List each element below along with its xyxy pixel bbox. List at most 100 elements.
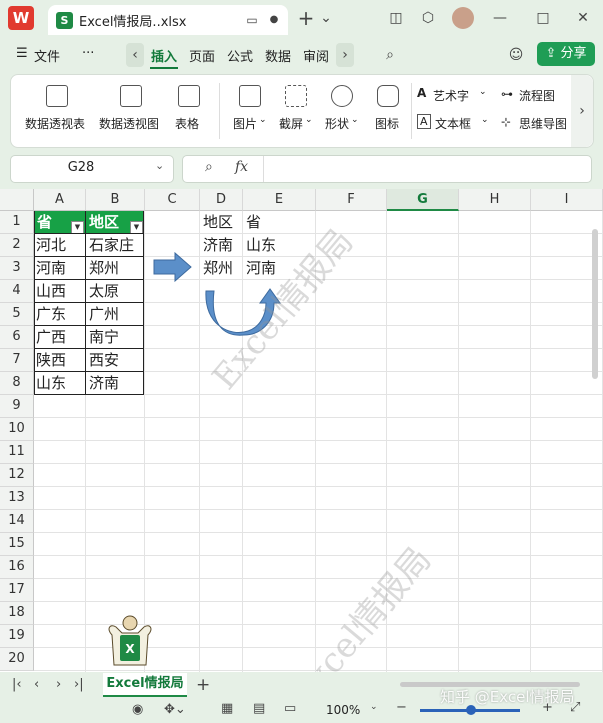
row-header[interactable]: 15 <box>0 533 34 556</box>
eye-protection-icon[interactable]: ◉ <box>132 702 143 717</box>
picture-button[interactable]: 图片 ⌄ <box>231 83 269 137</box>
tab-data[interactable]: 数据 <box>265 46 291 65</box>
spreadsheet-grid[interactable]: ABCDEFGHI 1 2 3 4 5 6 7 8 9 10 11 12 13 14 15 16 17 18 19 2… <box>0 189 603 672</box>
row-header[interactable]: 13 <box>0 487 34 510</box>
add-sheet-icon[interactable]: + <box>196 675 210 695</box>
region-cell[interactable]: 广州 <box>89 303 119 326</box>
close-icon[interactable]: ✕ <box>573 8 593 28</box>
ribbon-scroll-right-icon[interactable]: › <box>571 75 593 147</box>
chevron-down-icon[interactable]: ⌄ <box>155 159 164 172</box>
region-cell[interactable]: 南宁 <box>89 326 119 349</box>
lookup-header-province[interactable]: 省 <box>246 211 261 234</box>
row-header[interactable]: 10 <box>0 418 34 441</box>
province-cell[interactable]: 广西 <box>36 326 66 349</box>
tab-review[interactable]: 审阅 <box>303 46 329 65</box>
row-header[interactable]: 8 <box>0 372 34 395</box>
next-sheet-icon[interactable]: › <box>56 677 61 692</box>
region-cell[interactable]: 太原 <box>89 280 119 303</box>
province-cell[interactable]: 陕西 <box>36 349 66 372</box>
tabs-scroll-right-icon[interactable]: › <box>336 43 354 67</box>
lookup-province-cell[interactable]: 山东 <box>246 234 276 257</box>
column-header-g[interactable]: G <box>387 189 459 211</box>
sheet-tab-active[interactable]: Excel情报局 <box>103 673 187 697</box>
icons-button[interactable]: 图标 <box>373 83 403 137</box>
tab-insert[interactable]: 插入 <box>151 46 177 65</box>
column-header-c[interactable]: C <box>145 189 200 211</box>
name-box[interactable]: G28 ⌄ <box>10 155 174 183</box>
file-tab[interactable]: S Excel情报局..xlsx ▭ ● <box>48 5 288 35</box>
region-cell[interactable]: 石家庄 <box>89 234 134 257</box>
pivot-table-button[interactable]: 数据透视表 <box>25 83 89 137</box>
province-cell[interactable]: 广东 <box>36 303 66 326</box>
formula-input[interactable]: ⌕ fx <box>182 155 592 183</box>
comment-icon[interactable]: ☺ <box>506 45 526 65</box>
region-cell[interactable]: 西安 <box>89 349 119 372</box>
fx-icon[interactable]: fx <box>235 159 248 175</box>
tab-formula[interactable]: 公式 <box>227 46 253 65</box>
minimize-icon[interactable]: — <box>490 8 510 28</box>
flowchart-button[interactable]: ⊶ 流程图 <box>501 85 571 105</box>
column-header-d[interactable]: D <box>200 189 243 211</box>
row-header[interactable]: 14 <box>0 510 34 533</box>
lookup-province-cell[interactable]: 河南 <box>246 257 276 280</box>
row-header[interactable]: 19 <box>0 625 34 648</box>
row-header[interactable]: 11 <box>0 441 34 464</box>
row-header[interactable]: 2 <box>0 234 34 257</box>
page-break-view-icon[interactable]: ▭ <box>284 701 296 716</box>
row-header[interactable]: 1 <box>0 211 34 234</box>
row-header[interactable]: 16 <box>0 556 34 579</box>
province-cell[interactable]: 山西 <box>36 280 66 303</box>
search-icon[interactable]: ⌕ <box>380 45 400 65</box>
window-restore-icon[interactable]: ▭ <box>242 10 262 30</box>
mindmap-button[interactable]: ⊹ 思维导图 <box>501 113 571 133</box>
column-header-b[interactable]: B <box>86 189 145 211</box>
row-header[interactable]: 18 <box>0 602 34 625</box>
province-cell[interactable]: 山东 <box>36 372 66 395</box>
row-header[interactable]: 3 <box>0 257 34 280</box>
row-header[interactable]: 12 <box>0 464 34 487</box>
region-cell[interactable]: 济南 <box>89 372 119 395</box>
vertical-scrollbar[interactable] <box>592 229 598 379</box>
more-icon[interactable]: ··· <box>82 46 94 61</box>
column-header-e[interactable]: E <box>243 189 316 211</box>
tab-page[interactable]: 页面 <box>189 46 215 65</box>
row-header[interactable]: 9 <box>0 395 34 418</box>
column-header-a[interactable]: A <box>34 189 86 211</box>
row-header[interactable]: 5 <box>0 303 34 326</box>
row-header[interactable]: 7 <box>0 349 34 372</box>
zoom-level[interactable]: 100% <box>326 703 360 717</box>
last-sheet-icon[interactable]: ›| <box>74 677 84 692</box>
shape-button[interactable]: 形状 ⌄ <box>323 83 361 137</box>
new-tab-icon[interactable]: + <box>296 8 316 28</box>
pivot-chart-button[interactable]: 数据透视图 <box>99 83 163 137</box>
row-header[interactable]: 17 <box>0 579 34 602</box>
row-header[interactable]: 20 <box>0 648 34 671</box>
table-button[interactable]: 表格 <box>171 83 207 137</box>
screenshot-button[interactable]: 截屏 ⌄ <box>277 83 315 137</box>
cube-icon[interactable]: ⬡ <box>418 8 438 28</box>
row-header[interactable]: 6 <box>0 326 34 349</box>
tab-close-dot-icon[interactable]: ● <box>264 10 284 30</box>
row-header[interactable]: 4 <box>0 280 34 303</box>
avatar[interactable] <box>452 7 474 29</box>
column-header-h[interactable]: H <box>459 189 531 211</box>
zoom-dropdown-icon[interactable]: ⌄ <box>370 702 378 712</box>
split-view-icon[interactable]: ◫ <box>386 8 406 28</box>
tab-menu-chevron-icon[interactable]: ⌄ <box>316 8 336 28</box>
hamburger-icon[interactable]: ☰ <box>16 46 28 61</box>
lookup-region-cell[interactable]: 郑州 <box>203 257 233 280</box>
lookup-header-region[interactable]: 地区 <box>203 211 233 234</box>
wps-logo-icon[interactable]: W <box>8 6 34 30</box>
tabs-scroll-left-icon[interactable]: ‹ <box>126 43 144 67</box>
zoom-out-icon[interactable]: − <box>396 700 407 715</box>
menu-file[interactable]: 文件 <box>34 46 60 65</box>
first-sheet-icon[interactable]: |‹ <box>12 677 22 692</box>
maximize-icon[interactable]: □ <box>533 8 553 28</box>
lookup-region-cell[interactable]: 济南 <box>203 234 233 257</box>
province-cell[interactable]: 河北 <box>36 234 66 257</box>
art-text-button[interactable]: A 艺术字 ⌄ <box>417 85 491 105</box>
share-button[interactable]: ⇪ 分享 <box>537 42 595 66</box>
page-layout-view-icon[interactable]: ▤ <box>253 701 265 716</box>
province-cell[interactable]: 河南 <box>36 257 66 280</box>
zoom-formula-icon[interactable]: ⌕ <box>205 159 213 175</box>
